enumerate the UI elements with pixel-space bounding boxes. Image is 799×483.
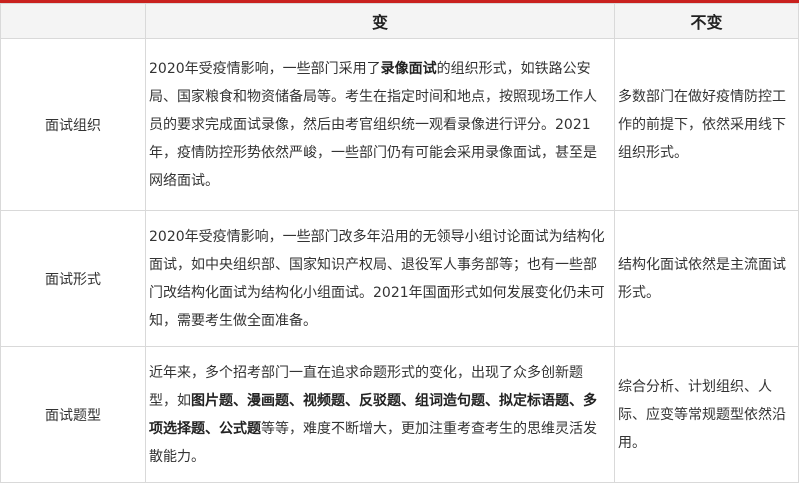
row-category: 面试题型 <box>0 346 146 483</box>
table-row: 面试组织 2020年受疫情影响，一些部门采用了录像面试的组织形式，如铁路公安局、… <box>0 38 799 211</box>
change-cell: 2020年受疫情影响，一些部门改多年沿用的无领导小组讨论面试为结构化面试，如中央… <box>145 210 615 347</box>
header-unchanged: 不变 <box>614 3 799 39</box>
row-category: 面试形式 <box>0 210 146 347</box>
header-change: 变 <box>145 3 615 39</box>
unchanged-cell: 结构化面试依然是主流面试形式。 <box>614 210 799 347</box>
header-category <box>0 3 146 39</box>
unchanged-cell: 多数部门在做好疫情防控工作的前提下，依然采用线下组织形式。 <box>614 38 799 211</box>
change-cell: 2020年受疫情影响，一些部门采用了录像面试的组织形式，如铁路公安局、国家粮食和… <box>145 38 615 211</box>
change-cell: 近年来，多个招考部门一直在追求命题形式的变化，出现了众多创新题型，如图片题、漫画… <box>145 346 615 483</box>
table-row: 面试形式 2020年受疫情影响，一些部门改多年沿用的无领导小组讨论面试为结构化面… <box>0 210 799 347</box>
row-category: 面试组织 <box>0 38 146 211</box>
change-text: 2020年受疫情影响，一些部门采用了 <box>149 60 381 77</box>
change-text-bold: 录像面试 <box>380 60 437 77</box>
change-text: 的组织形式，如铁路公安局、国家粮食和物资储备局等。考生在指定时间和地点，按照现场… <box>149 60 597 189</box>
table-row: 面试题型 近年来，多个招考部门一直在追求命题形式的变化，出现了众多创新题型，如图… <box>0 346 799 483</box>
comparison-table: 变 不变 面试组织 2020年受疫情影响，一些部门采用了录像面试的组织形式，如铁… <box>0 3 799 483</box>
unchanged-cell: 综合分析、计划组织、人际、应变等常规题型依然沿用。 <box>614 346 799 483</box>
header-row: 变 不变 <box>0 3 799 39</box>
change-text: 2020年受疫情影响，一些部门改多年沿用的无领导小组讨论面试为结构化面试，如中央… <box>149 228 605 329</box>
